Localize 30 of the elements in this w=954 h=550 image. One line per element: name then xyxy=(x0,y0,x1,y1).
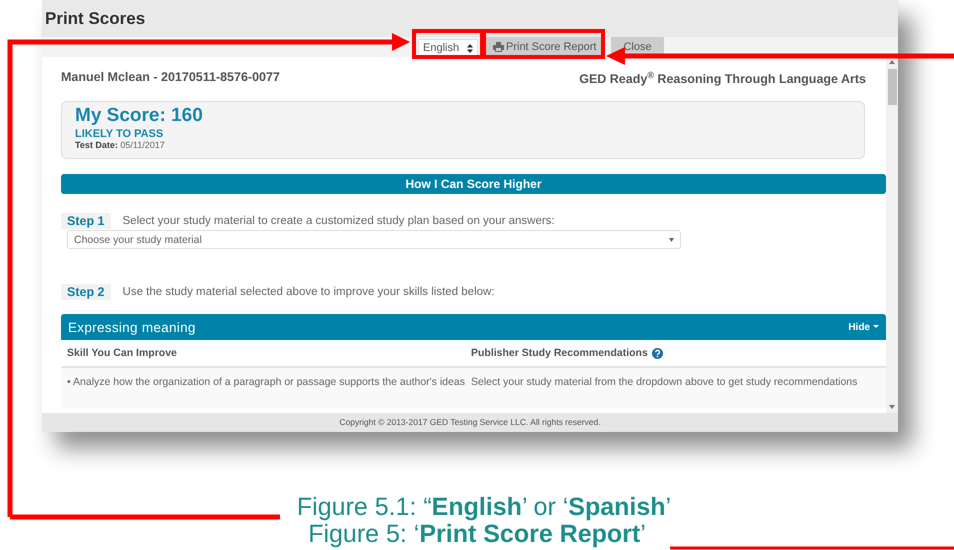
figure-caption: Figure 5: ‘Print Score Report’ xyxy=(308,521,646,548)
step-text: Select your study material to create a customized study plan based on your answers: xyxy=(122,215,555,228)
scroll-thumb[interactable] xyxy=(888,69,896,105)
step-label: Step 1 xyxy=(61,213,111,230)
step-label: Step 2 xyxy=(61,284,111,300)
score-title: My Score: 160 xyxy=(75,105,203,128)
section-header: How I Can Score Higher xyxy=(61,174,886,194)
caret-icon xyxy=(669,238,674,242)
caret-icon xyxy=(873,325,879,330)
help-icon[interactable] xyxy=(652,348,663,359)
candidate-name: Manuel Mclean - 20170511-8576-0077 xyxy=(61,70,280,86)
test-date: Test Date: 05/11/2017 xyxy=(75,140,165,150)
table-cell-text: Select your study material from the dropdown above to get study recommendations xyxy=(471,375,858,390)
study-material-select[interactable]: Choose your study material xyxy=(67,230,681,250)
scroll-up-icon[interactable] xyxy=(889,60,895,64)
table-cell-text: • Analyze how the organization of a paragraph or passage supports the author's ideas xyxy=(67,375,466,390)
group-title: Expressing meaning xyxy=(68,320,196,335)
printer-icon xyxy=(493,42,504,52)
scrollbar[interactable] xyxy=(886,57,898,413)
column-header: Publisher Study Recommendations xyxy=(471,347,880,360)
pass-status: LIKELY TO PASS xyxy=(75,128,164,140)
copyright-footer: Copyright © 2013-2017 GED Testing Service LLC. All rights reserved. xyxy=(42,413,898,432)
modal-title: Print Scores xyxy=(45,8,146,28)
scroll-down-icon[interactable] xyxy=(889,405,895,409)
column-header: Skill You Can Improve xyxy=(67,347,178,360)
test-name: GED Ready$^{®}$ Reasoning Through Language Arts xyxy=(579,70,866,86)
sort-arrows-icon xyxy=(467,44,473,52)
figure-caption: Figure 5.1: “English’ or ‘Spanish’ xyxy=(296,494,672,521)
hide-toggle[interactable]: Hide xyxy=(848,322,879,333)
step-text: Use the study material selected above to improve your skills listed below: xyxy=(122,286,495,298)
